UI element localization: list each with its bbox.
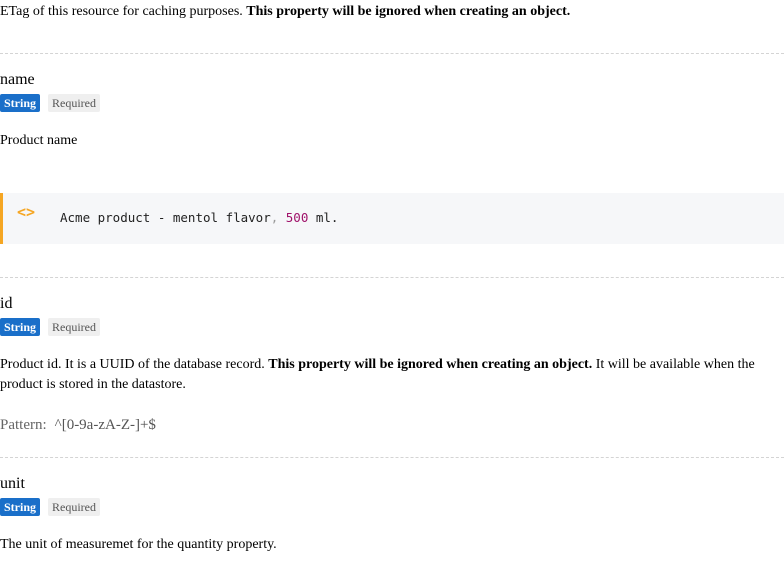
required-badge: Required	[48, 498, 100, 516]
pattern-row: Pattern: ^[0-9a-zA-Z-]+$	[0, 415, 156, 435]
type-badge: String	[0, 94, 41, 112]
example-code-comma: ,	[270, 210, 279, 225]
property-description: Product id. It is a UUID of the database…	[0, 355, 770, 395]
divider	[0, 457, 784, 458]
type-badge: String	[0, 498, 41, 516]
required-badge: Required	[48, 94, 100, 112]
property-name-id: id	[0, 295, 13, 312]
id-description-bold: This property will be ignored when creat…	[268, 357, 593, 372]
id-description-text: Product id. It is a UUID of the database…	[0, 357, 269, 372]
property-description: The unit of measuremet for the quantity …	[0, 537, 277, 552]
etag-description: ETag of this resource for caching purpos…	[0, 2, 570, 22]
etag-bold-note: This property will be ignored when creat…	[246, 4, 571, 19]
pattern-label: Pattern:	[0, 417, 47, 433]
pattern-value: ^[0-9a-zA-Z-]+$	[54, 417, 156, 433]
divider	[0, 53, 784, 54]
required-badge: Required	[48, 318, 100, 336]
example-code: Acme product - mentol flavor, 500 ml.	[60, 210, 338, 225]
code-icon: <>	[17, 203, 36, 221]
example-block: <> Acme product - mentol flavor, 500 ml.	[0, 193, 784, 244]
example-code-number: 500	[285, 210, 309, 225]
example-code-unit: ml.	[308, 210, 339, 225]
etag-text: ETag of this resource for caching purpos…	[0, 4, 247, 19]
api-property-docs: ETag of this resource for caching purpos…	[0, 0, 784, 584]
property-description: Product name	[0, 133, 78, 148]
divider	[0, 277, 784, 278]
type-badge: String	[0, 318, 41, 336]
example-code-text: Acme product - mentol flavor	[60, 210, 271, 225]
property-name-name: name	[0, 71, 35, 88]
property-name-unit: unit	[0, 475, 25, 492]
